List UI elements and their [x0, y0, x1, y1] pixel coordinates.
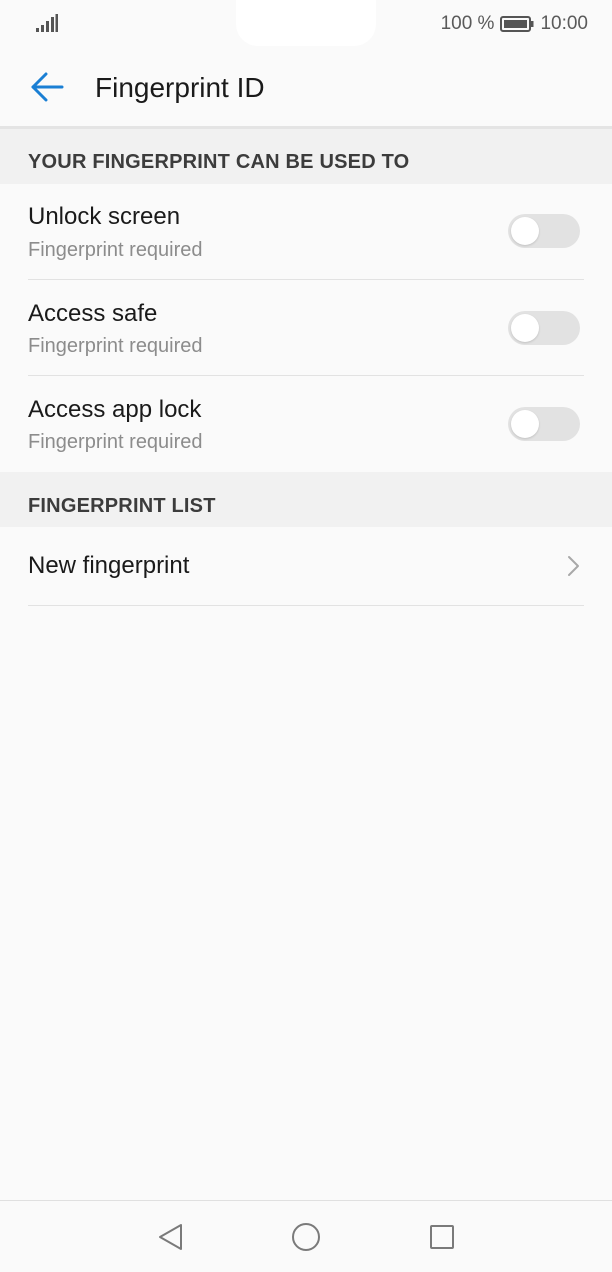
arrow-left-icon	[31, 72, 64, 102]
row-subtitle: Fingerprint required	[28, 431, 203, 453]
recents-square-icon	[430, 1225, 454, 1249]
battery-icon	[500, 16, 534, 32]
home-circle-icon	[292, 1223, 320, 1251]
signal-icon	[36, 14, 58, 32]
row-title: Access safe	[28, 300, 158, 327]
back-triangle-icon	[159, 1224, 182, 1250]
row-divider	[28, 375, 584, 376]
section-header-usage: YOUR FINGERPRINT CAN BE USED TO	[0, 129, 612, 184]
unlock-screen-toggle[interactable]	[508, 214, 580, 248]
toggle-knob	[511, 217, 539, 245]
toggle-knob	[511, 314, 539, 342]
nav-back-button[interactable]	[152, 1219, 188, 1255]
nav-home-button[interactable]	[288, 1219, 324, 1255]
status-right-group: 100 % 10:00	[441, 12, 588, 36]
section-header-fingerprint-list: FINGERPRINT LIST	[0, 472, 612, 527]
row-title: Unlock screen	[28, 203, 181, 230]
chevron-right-icon	[568, 556, 579, 576]
back-button[interactable]	[22, 62, 72, 112]
nav-recents-button[interactable]	[424, 1219, 460, 1255]
list-item-access-app-lock[interactable]: Access app lock Fingerprint required	[0, 377, 612, 472]
toggle-knob	[511, 410, 539, 438]
row-title: Access app lock	[28, 396, 202, 423]
list-item-access-safe[interactable]: Access safe Fingerprint required	[0, 281, 612, 376]
access-safe-toggle[interactable]	[508, 311, 580, 345]
row-subtitle: Fingerprint required	[28, 239, 203, 261]
status-time: 10:00	[540, 13, 588, 34]
settings-screen: 100 % 10:00 Fingerprint ID YOUR FINGERPR…	[0, 0, 612, 1272]
list-item-unlock-screen[interactable]: Unlock screen Fingerprint required	[0, 184, 612, 280]
list-item-new-fingerprint[interactable]: New fingerprint	[0, 527, 612, 606]
status-bar: 100 % 10:00	[0, 0, 612, 48]
row-subtitle: Fingerprint required	[28, 335, 203, 357]
display-notch	[236, 0, 376, 46]
battery-percent: 100 %	[440, 13, 495, 34]
row-divider	[28, 605, 584, 606]
row-title: New fingerprint	[28, 552, 190, 579]
row-divider	[28, 279, 584, 280]
page-title: Fingerprint ID	[95, 72, 265, 103]
access-app-lock-toggle[interactable]	[508, 407, 580, 441]
app-bar: Fingerprint ID	[0, 48, 612, 126]
navigation-bar	[0, 1200, 612, 1272]
